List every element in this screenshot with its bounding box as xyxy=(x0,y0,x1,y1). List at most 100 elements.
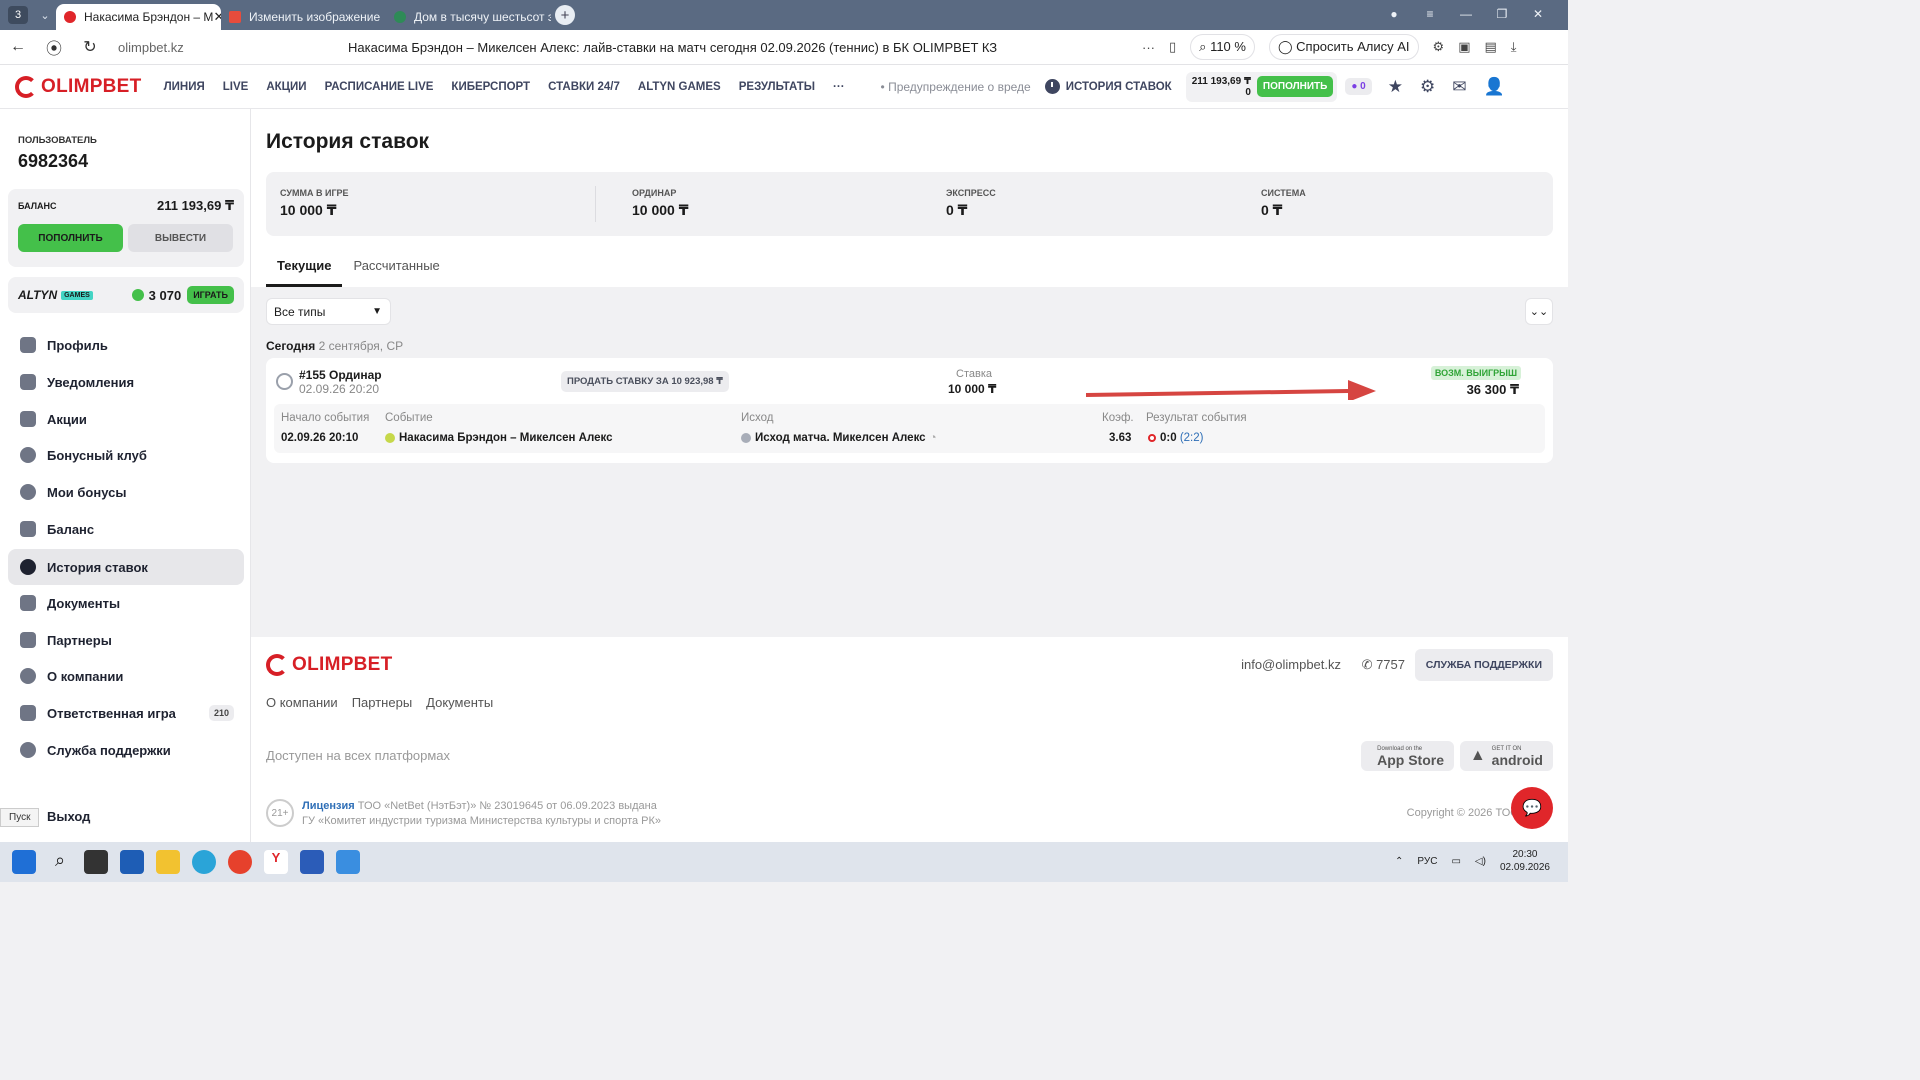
menu-akcii[interactable]: АКЦИИ xyxy=(266,81,306,93)
back-icon[interactable]: ← xyxy=(0,38,36,56)
network-icon[interactable]: ▭ xyxy=(1451,856,1460,867)
sidebar-item-support[interactable]: Служба поддержки xyxy=(8,732,244,768)
sidebar-item-bet-history[interactable]: История ставок xyxy=(8,549,244,585)
harm-warning-link[interactable]: • Предупреждение о вреде xyxy=(881,80,1031,94)
menu-esports[interactable]: КИБЕРСПОРТ xyxy=(451,81,530,93)
footer-logo[interactable]: OLIMPBET xyxy=(266,654,393,676)
age-badge: 210 xyxy=(208,705,234,721)
sidebar-item-responsible-gaming[interactable]: Ответственная игра 210 xyxy=(8,695,244,731)
language-indicator[interactable]: РУС xyxy=(1417,856,1437,867)
header-balance: 211 193,69 ₸ 0 ПОПОЛНИТЬ xyxy=(1185,71,1338,102)
footer-link-documents[interactable]: Документы xyxy=(426,695,493,710)
tabs-dropdown-icon[interactable]: ⌄ xyxy=(34,9,56,22)
sidebar-item-my-bonuses[interactable]: Мои бонусы xyxy=(8,474,244,510)
bookmark-icon[interactable]: ▯ xyxy=(1169,39,1176,55)
windows-start-icon[interactable] xyxy=(12,850,36,874)
collections-icon[interactable]: ▣ xyxy=(1458,39,1470,55)
clock[interactable]: 20:30 02.09.2026 xyxy=(1500,848,1550,874)
close-tab-icon[interactable]: ✕ xyxy=(213,9,221,25)
menu-liniya[interactable]: ЛИНИЯ xyxy=(164,81,205,93)
footer-link-partners[interactable]: Партнеры xyxy=(352,695,412,710)
altyn-games-card[interactable]: ALTYN GAMES 3 070 ИГРАТЬ xyxy=(8,277,244,313)
live-dot-icon xyxy=(1148,434,1156,442)
settings-icon[interactable]: ⚙ xyxy=(1420,77,1435,97)
star-icon[interactable]: ★ xyxy=(1388,77,1403,97)
android-button[interactable]: ▲ GET IT ON android xyxy=(1459,741,1553,771)
logout-link[interactable]: Выход xyxy=(47,809,90,824)
browser-tab-2[interactable]: Изменить изображение xyxy=(221,4,386,30)
task-view-icon[interactable] xyxy=(84,850,108,874)
browser-tab-1[interactable]: Накасима Брэндон – М ✕ xyxy=(56,4,221,30)
deposit-button[interactable]: ПОПОЛНИТЬ xyxy=(18,224,123,252)
alice-button[interactable]: ◯ Спросить Алису AI xyxy=(1268,34,1419,60)
chrome-icon[interactable] xyxy=(228,850,252,874)
withdraw-button[interactable]: ВЫВЕСТИ xyxy=(128,224,233,252)
new-tab-button[interactable]: + xyxy=(555,5,575,25)
event-result: 0:0 (2:2) xyxy=(1148,432,1203,444)
menu-icon[interactable]: ≡ xyxy=(1412,7,1448,21)
sidebar-item-notifications[interactable]: Уведомления xyxy=(8,364,244,400)
user-icon[interactable]: 👤 xyxy=(1483,77,1504,97)
sell-bet-button[interactable]: ПРОДАТЬ СТАВКУ ЗА 10 923,98 ₸ xyxy=(561,371,729,392)
event-name[interactable]: Накасима Брэндон – Микелсен Алекс xyxy=(385,432,613,444)
medal-icon xyxy=(20,447,36,463)
edge-icon[interactable] xyxy=(192,850,216,874)
footer-link-about[interactable]: О компании xyxy=(266,695,338,710)
bet-history-link[interactable]: ИСТОРИЯ СТАВОК xyxy=(1044,79,1172,94)
tab-count-badge[interactable]: 3 xyxy=(8,6,28,24)
chat-bubble-icon[interactable]: 💬 xyxy=(1511,787,1553,829)
volume-icon[interactable]: ◁) xyxy=(1475,856,1486,867)
bet-card[interactable]: #155 Ординар 02.09.26 20:20 ПРОДАТЬ СТАВ… xyxy=(266,358,1553,463)
menu-more[interactable]: ··· xyxy=(833,81,845,93)
word-icon[interactable] xyxy=(300,850,324,874)
folder-icon[interactable] xyxy=(156,850,180,874)
coin-icon xyxy=(131,289,144,301)
altyn-play-button[interactable]: ИГРАТЬ xyxy=(187,286,234,304)
extensions-icon[interactable]: ⚙ xyxy=(1433,39,1445,55)
olimpbet-logo[interactable]: OLIMPBET xyxy=(15,75,142,98)
store-icon[interactable] xyxy=(120,850,144,874)
zoom-button[interactable]: ⌕ 110 % xyxy=(1190,34,1255,60)
collapse-all-button[interactable]: ⌄⌄ xyxy=(1525,298,1553,325)
search-icon[interactable]: ⌕ xyxy=(48,850,72,874)
menu-altyn-games[interactable]: ALTYN GAMES xyxy=(638,81,721,93)
footer-phone[interactable]: ✆ 7757 xyxy=(1362,657,1405,673)
sidebar-item-balance[interactable]: Баланс xyxy=(8,511,244,547)
minimize-icon[interactable]: — xyxy=(1448,7,1484,21)
tab-current[interactable]: Текущие xyxy=(266,249,343,287)
sidebar-item-profile[interactable]: Профиль xyxy=(8,327,244,363)
footer-email[interactable]: info@olimpbet.kz xyxy=(1241,657,1341,672)
header-bonus-value: 0 xyxy=(1245,86,1251,98)
close-window-icon[interactable]: ✕ xyxy=(1520,7,1556,21)
chat-icon[interactable]: ✉ xyxy=(1452,77,1466,97)
sidebar-item-about[interactable]: О компании xyxy=(8,658,244,694)
menu-bets-247[interactable]: СТАВКИ 24/7 xyxy=(548,81,620,93)
promo-counter[interactable]: ● 0 xyxy=(1345,78,1372,95)
shield-icon[interactable]: ⦿ xyxy=(36,35,72,59)
url-field[interactable]: olimpbet.kz xyxy=(118,40,348,55)
tray-chevron-icon[interactable]: ⌃ xyxy=(1395,856,1403,867)
menu-live[interactable]: LIVE xyxy=(223,81,249,93)
bet-type-select[interactable]: Все типы ▼ xyxy=(266,298,391,325)
sidebar-item-documents[interactable]: Документы xyxy=(8,585,244,621)
sidebar-item-promotions[interactable]: Акции xyxy=(8,401,244,437)
support-button[interactable]: СЛУЖБА ПОДДЕРЖКИ xyxy=(1414,649,1553,681)
menu-results[interactable]: РЕЗУЛЬТАТЫ xyxy=(739,81,815,93)
sidebar-item-bonus-club[interactable]: Бонусный клуб xyxy=(8,437,244,473)
yandex-browser-icon[interactable]: Y xyxy=(264,850,288,874)
more-icon[interactable]: ··· xyxy=(1142,40,1155,55)
sidebar-item-partners[interactable]: Партнеры xyxy=(8,622,244,658)
photos-icon[interactable] xyxy=(336,850,360,874)
profile-icon[interactable]: ● xyxy=(1376,7,1412,21)
license-link[interactable]: Лицензия xyxy=(302,800,355,812)
app-store-button[interactable]: Download on the App Store xyxy=(1361,741,1454,771)
header-deposit-button[interactable]: ПОПОЛНИТЬ xyxy=(1256,76,1334,97)
download-icon[interactable]: ⤓ xyxy=(1511,39,1517,55)
col-start: Начало события xyxy=(281,412,370,424)
browser-tab-3[interactable]: Дом в тысячу шестьсот э xyxy=(386,4,551,30)
tab-settled[interactable]: Рассчитанные xyxy=(342,249,450,287)
menu-schedule-live[interactable]: РАСПИСАНИЕ LIVE xyxy=(325,81,434,93)
restore-icon[interactable]: ❐ xyxy=(1484,7,1520,21)
reload-icon[interactable]: ↻ xyxy=(72,37,108,57)
screenshot-icon[interactable]: ▤ xyxy=(1485,39,1497,55)
